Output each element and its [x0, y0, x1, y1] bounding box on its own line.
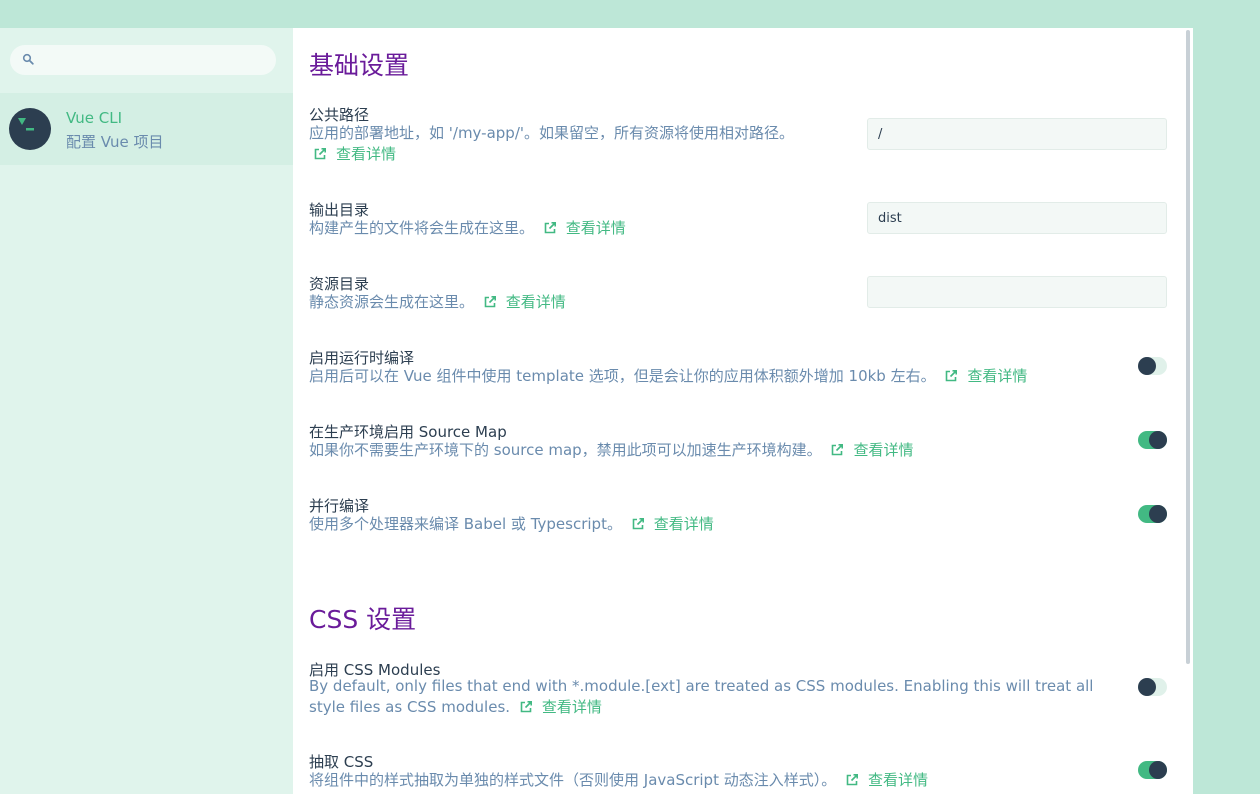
parallel-title: 并行编译: [309, 497, 370, 515]
extract-css-toggle[interactable]: [1138, 761, 1167, 779]
output-dir-title: 输出目录: [309, 201, 370, 219]
output-dir-desc-text: 构建产生的文件将会生成在这里。: [309, 219, 535, 237]
parallel-desc-text: 使用多个处理器来编译 Babel 或 Typescript。: [309, 515, 622, 533]
search-box[interactable]: [10, 45, 276, 75]
extract-css-more-link[interactable]: 查看详情: [841, 770, 928, 791]
assets-dir-description: 静态资源会生成在这里。 查看详情: [309, 292, 849, 313]
runtime-compiler-title: 启用运行时编译: [309, 349, 415, 367]
toggle-knob: [1149, 761, 1167, 779]
project-subtitle: 配置 Vue 项目: [66, 133, 164, 151]
section-title-basic: 基础设置: [309, 51, 410, 80]
search-input[interactable]: [42, 45, 268, 75]
more-link-label: 查看详情: [967, 367, 1028, 385]
more-link-label: 查看详情: [336, 145, 397, 163]
external-link-icon: [520, 701, 532, 713]
external-link-icon: [846, 774, 859, 786]
external-link-icon: [314, 148, 326, 160]
source-map-title: 在生产环境启用 Source Map: [309, 423, 507, 441]
external-link-icon: [832, 444, 844, 456]
assets-dir-desc-text: 静态资源会生成在这里。: [309, 293, 475, 311]
assets-dir-more-link[interactable]: 查看详情: [479, 292, 566, 313]
runtime-compiler-more-link[interactable]: 查看详情: [940, 366, 1027, 387]
public-path-input[interactable]: [867, 118, 1167, 150]
extract-css-description: 将组件中的样式抽取为单独的样式文件（否则使用 JavaScript 动态注入样式…: [309, 770, 1109, 791]
parallel-more-link[interactable]: 查看详情: [627, 514, 714, 535]
project-name: Vue CLI: [66, 109, 123, 127]
css-modules-description: By default, only files that end with *.m…: [309, 676, 1099, 718]
css-modules-desc-text: By default, only files that end with *.m…: [309, 677, 1094, 716]
assets-dir-title: 资源目录: [309, 275, 370, 293]
external-link-icon: [544, 222, 556, 234]
source-map-more-link[interactable]: 查看详情: [826, 440, 913, 461]
source-map-desc-text: 如果你不需要生产环境下的 source map，禁用此项可以加速生产环境构建。: [309, 441, 822, 459]
public-path-more-link[interactable]: 查看详情: [309, 144, 396, 165]
source-map-description: 如果你不需要生产环境下的 source map，禁用此项可以加速生产环境构建。 …: [309, 440, 1109, 461]
settings-panel: 基础设置 公共路径 应用的部署地址，如 '/my-app/'。如果留空，所有资源…: [293, 28, 1193, 794]
assets-dir-input[interactable]: [867, 276, 1167, 308]
runtime-compiler-desc-text: 启用后可以在 Vue 组件中使用 template 选项，但是会让你的应用体积额…: [309, 367, 936, 385]
scrollbar-thumb[interactable]: [1186, 30, 1190, 664]
search-icon: [22, 53, 34, 65]
section-title-css: CSS 设置: [309, 605, 417, 634]
more-link-label: 查看详情: [653, 515, 714, 533]
runtime-compiler-toggle[interactable]: [1138, 357, 1167, 375]
output-dir-input[interactable]: [867, 202, 1167, 234]
external-link-icon: [484, 296, 496, 308]
sidebar: Vue CLI 配置 Vue 项目: [0, 28, 293, 794]
more-link-label: 查看详情: [565, 219, 626, 237]
public-path-description: 应用的部署地址，如 '/my-app/'。如果留空，所有资源将使用相对路径。 查…: [309, 123, 829, 165]
public-path-title: 公共路径: [309, 106, 370, 124]
external-link-icon: [946, 370, 958, 382]
more-link-label: 查看详情: [853, 441, 914, 459]
toggle-knob: [1149, 431, 1167, 449]
more-link-label: 查看详情: [505, 293, 566, 311]
toggle-knob: [1149, 505, 1167, 523]
toggle-knob: [1138, 357, 1156, 375]
css-modules-toggle[interactable]: [1138, 678, 1167, 696]
toggle-knob: [1138, 678, 1156, 696]
more-link-label: 查看详情: [541, 698, 602, 716]
project-item-vue-cli[interactable]: Vue CLI 配置 Vue 项目: [0, 93, 293, 165]
output-dir-more-link[interactable]: 查看详情: [539, 218, 626, 239]
more-link-label: 查看详情: [868, 771, 929, 789]
vue-cli-logo-icon: [9, 108, 51, 150]
public-path-desc-text: 应用的部署地址，如 '/my-app/'。如果留空，所有资源将使用相对路径。: [309, 124, 794, 142]
output-dir-description: 构建产生的文件将会生成在这里。 查看详情: [309, 218, 849, 239]
external-link-icon: [632, 518, 644, 530]
css-modules-more-link[interactable]: 查看详情: [515, 697, 602, 718]
runtime-compiler-description: 启用后可以在 Vue 组件中使用 template 选项，但是会让你的应用体积额…: [309, 366, 1109, 387]
extract-css-title: 抽取 CSS: [309, 753, 374, 771]
source-map-toggle[interactable]: [1138, 431, 1167, 449]
parallel-description: 使用多个处理器来编译 Babel 或 Typescript。 查看详情: [309, 514, 1109, 535]
extract-css-desc-text: 将组件中的样式抽取为单独的样式文件（否则使用 JavaScript 动态注入样式…: [309, 771, 837, 789]
parallel-toggle[interactable]: [1138, 505, 1167, 523]
